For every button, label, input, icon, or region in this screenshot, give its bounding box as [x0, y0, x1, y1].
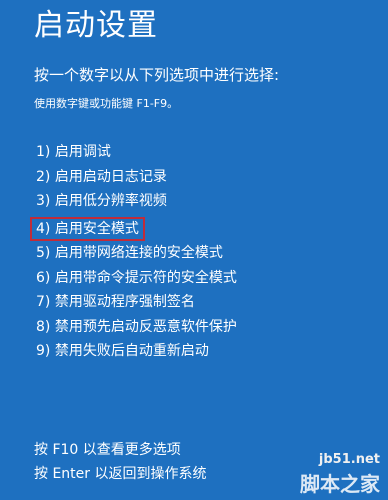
option-disable-automatic-restart[interactable]: 9) 禁用失败后自动重新启动 [34, 343, 239, 359]
option-safe-mode-with-networking[interactable]: 5) 启用带网络连接的安全模式 [34, 245, 239, 261]
more-options-hint[interactable]: 按 F10 以查看更多选项 [34, 440, 181, 460]
option-enable-debugging[interactable]: 1) 启用调试 [34, 144, 239, 160]
option-disable-driver-signature-enforcement[interactable]: 7) 禁用驱动程序强制签名 [34, 294, 239, 310]
watermark-url: jb51.net [318, 452, 380, 467]
option-enable-low-resolution-video[interactable]: 3) 启用低分辨率视频 [34, 193, 239, 209]
page-title: 启动设置 [34, 8, 158, 43]
option-enable-boot-logging[interactable]: 2) 启用启动日志记录 [34, 169, 239, 185]
startup-options-list: 1) 启用调试 2) 启用启动日志记录 3) 启用低分辨率视频 4) 启用安全模… [30, 144, 239, 368]
return-to-os-hint[interactable]: 按 Enter 以返回到操作系统 [34, 464, 206, 484]
option-enable-safe-mode[interactable]: 4) 启用安全模式 [30, 216, 145, 241]
watermark-brand: 脚本之家 [300, 472, 380, 496]
option-disable-early-launch-anti-malware[interactable]: 8) 禁用预先启动反恶意软件保护 [34, 319, 239, 335]
instruction-text: 按一个数字以从下列选项中进行选择: [34, 66, 280, 84]
watermark-logo: jb51.net 脚本之家 [264, 452, 384, 496]
option-safe-mode-with-command-prompt[interactable]: 6) 启用带命令提示符的安全模式 [34, 270, 239, 286]
hint-text: 使用数字键或功能键 F1-F9。 [34, 97, 179, 110]
